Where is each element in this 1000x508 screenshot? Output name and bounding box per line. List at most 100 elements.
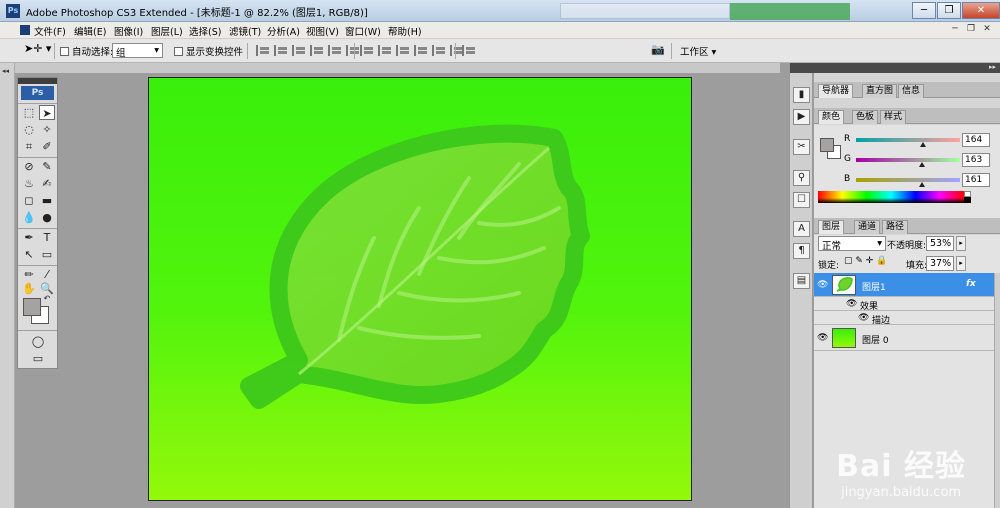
path-selection-tool-icon[interactable]: ↖ (21, 247, 37, 262)
menu-help[interactable]: 帮助(H) (388, 24, 422, 38)
slider-b-thumb[interactable] (918, 182, 925, 187)
layer-row-layer1[interactable]: 👁 图层1 fx (814, 273, 994, 297)
menu-filter[interactable]: 滤镜(T) (229, 24, 261, 38)
menu-window[interactable]: 窗口(W) (345, 24, 381, 38)
blend-mode-dropdown[interactable]: 正常 ▾ (818, 236, 886, 252)
panel-collapse-bar[interactable]: ▸▸ (814, 63, 1000, 73)
tab-info[interactable]: 信息 (898, 84, 925, 98)
brushes-panel-icon[interactable]: ☐ (793, 192, 810, 208)
gradient-tool-icon[interactable]: ▬ (39, 193, 55, 208)
rectangle-tool-icon[interactable]: ▭ (39, 247, 55, 262)
type-tool-icon[interactable]: T (39, 230, 55, 245)
distribute-top-icon[interactable] (360, 45, 374, 56)
doc-minimize-button[interactable]: ─ (948, 23, 962, 36)
tab-navigator[interactable]: 导航器 (818, 84, 854, 98)
align-bottom-icon[interactable] (292, 45, 306, 56)
fill-arrow-button[interactable]: ▸ (956, 256, 966, 271)
menu-analysis[interactable]: 分析(A) (267, 24, 300, 38)
eyedropper-tool-icon[interactable]: ⁄ (39, 267, 55, 282)
healing-brush-tool-icon[interactable]: ⊘ (21, 159, 37, 174)
tab-swatches[interactable]: 色板 (852, 110, 879, 124)
color-fg-swatch[interactable] (820, 138, 834, 152)
distribute-horizontal-icon[interactable] (432, 45, 446, 56)
dodge-tool-icon[interactable]: ● (39, 210, 55, 225)
move-tool-button-icon[interactable]: ➤ (39, 105, 55, 120)
history-brush-tool-icon[interactable]: ✍ (39, 176, 55, 191)
tab-styles[interactable]: 样式 (880, 110, 907, 124)
clone-source-icon[interactable]: ⚲ (793, 170, 810, 186)
workspace-button[interactable]: 工作区 ▾ (680, 44, 716, 58)
tab-paths[interactable]: 路径 (882, 220, 909, 234)
crop-tool-icon[interactable]: ⌗ (21, 139, 37, 154)
bridge-icon[interactable]: 📷 (651, 43, 665, 56)
tab-histogram[interactable]: 直方图 (862, 84, 898, 98)
doc-restore-button[interactable]: ❐ (964, 23, 978, 36)
lock-icons[interactable]: ▢ ✎ ✛ 🔒 (844, 256, 887, 266)
slider-g-thumb[interactable] (919, 162, 926, 167)
fill-input[interactable]: 37% (926, 256, 954, 271)
color-value-g[interactable]: 163 (962, 153, 990, 167)
distribute-center-icon[interactable] (378, 45, 392, 56)
menu-layer[interactable]: 图层(L) (151, 24, 183, 38)
color-spectrum-bar[interactable] (818, 191, 964, 203)
menu-edit[interactable]: 编辑(E) (74, 24, 106, 38)
brush-tool-icon[interactable]: ✎ (39, 159, 55, 174)
align-left-icon[interactable] (310, 45, 324, 56)
quick-mask-icon[interactable]: ◯ (30, 334, 46, 349)
history-panel-icon[interactable]: ▮ (793, 87, 810, 103)
layer-comps-icon[interactable]: ▤ (793, 273, 810, 289)
pen-tool-icon[interactable]: ✒ (21, 230, 37, 245)
swap-colors-icon[interactable]: ↶ (39, 291, 55, 306)
slice-tool-icon[interactable]: ✐ (39, 139, 55, 154)
paragraph-panel-icon[interactable]: ¶ (793, 243, 810, 259)
distribute-left-icon[interactable] (414, 45, 428, 56)
auto-select-checkbox[interactable]: 自动选择: (60, 44, 113, 58)
doc-close-button[interactable]: ✕ (980, 23, 994, 36)
color-value-r[interactable]: 164 (962, 133, 990, 147)
align-horizontal-center-icon[interactable] (328, 45, 342, 56)
tab-channels[interactable]: 通道 (854, 220, 881, 234)
visibility-eye-icon[interactable]: 👁 (817, 280, 828, 290)
clone-stamp-tool-icon[interactable]: ♨ (21, 176, 37, 191)
notes-tool-icon[interactable]: ✏ (21, 267, 37, 282)
move-tool-icon[interactable]: ➤✛ ▾ (24, 42, 51, 55)
distribute-bottom-icon[interactable] (396, 45, 410, 56)
slider-b-track[interactable] (856, 178, 960, 182)
collapse-arrows-icon[interactable]: ◂◂ (2, 67, 9, 75)
auto-align-layers-icon[interactable] (462, 45, 476, 56)
align-right-icon[interactable] (346, 45, 360, 56)
magic-wand-tool-icon[interactable]: ✧ (39, 122, 55, 137)
slider-g-track[interactable] (856, 158, 960, 162)
layer-effects-fx-icon[interactable]: fx (966, 279, 976, 289)
slider-r-thumb[interactable] (919, 142, 926, 147)
toolbox-grip[interactable] (18, 78, 57, 84)
menu-view[interactable]: 视图(V) (306, 24, 339, 38)
toolbox-ps-logo[interactable]: Ps (21, 86, 54, 100)
dock-collapse-bar[interactable] (790, 63, 814, 73)
minimize-button[interactable]: ─ (912, 2, 936, 19)
layers-scrollbar[interactable] (994, 273, 1000, 508)
character-panel-icon[interactable]: A (793, 221, 810, 237)
lasso-tool-icon[interactable]: ◌ (21, 122, 37, 137)
hand-tool-icon[interactable]: ✋ (21, 281, 37, 296)
spectrum-black-swatch[interactable] (964, 197, 971, 203)
align-vertical-center-icon[interactable] (274, 45, 288, 56)
effects-eye-icon[interactable]: 👁 (846, 299, 857, 309)
align-top-icon[interactable] (256, 45, 270, 56)
stroke-eye-icon[interactable]: 👁 (858, 313, 869, 323)
menu-file[interactable]: 文件(F) (34, 24, 66, 38)
layer0-eye-icon[interactable]: 👁 (817, 333, 828, 343)
menu-image[interactable]: 图像(I) (114, 24, 143, 38)
slider-r-track[interactable] (856, 138, 960, 142)
show-transform-checkbox[interactable]: 显示变换控件 (174, 44, 243, 58)
restore-button[interactable]: ❐ (937, 2, 961, 19)
auto-select-dropdown[interactable]: 组 ▾ (112, 43, 163, 59)
marquee-tool-icon[interactable]: ⬚ (21, 105, 37, 120)
stroke-effect-row[interactable]: 👁 描边 (814, 311, 994, 326)
document-canvas[interactable] (148, 77, 692, 501)
opacity-arrow-button[interactable]: ▸ (956, 236, 966, 251)
blur-tool-icon[interactable]: 💧 (21, 210, 37, 225)
layer-effects-row[interactable]: 👁 效果 (814, 297, 994, 312)
color-value-b[interactable]: 161 (962, 173, 990, 187)
close-button[interactable]: ✕ (962, 2, 1000, 19)
